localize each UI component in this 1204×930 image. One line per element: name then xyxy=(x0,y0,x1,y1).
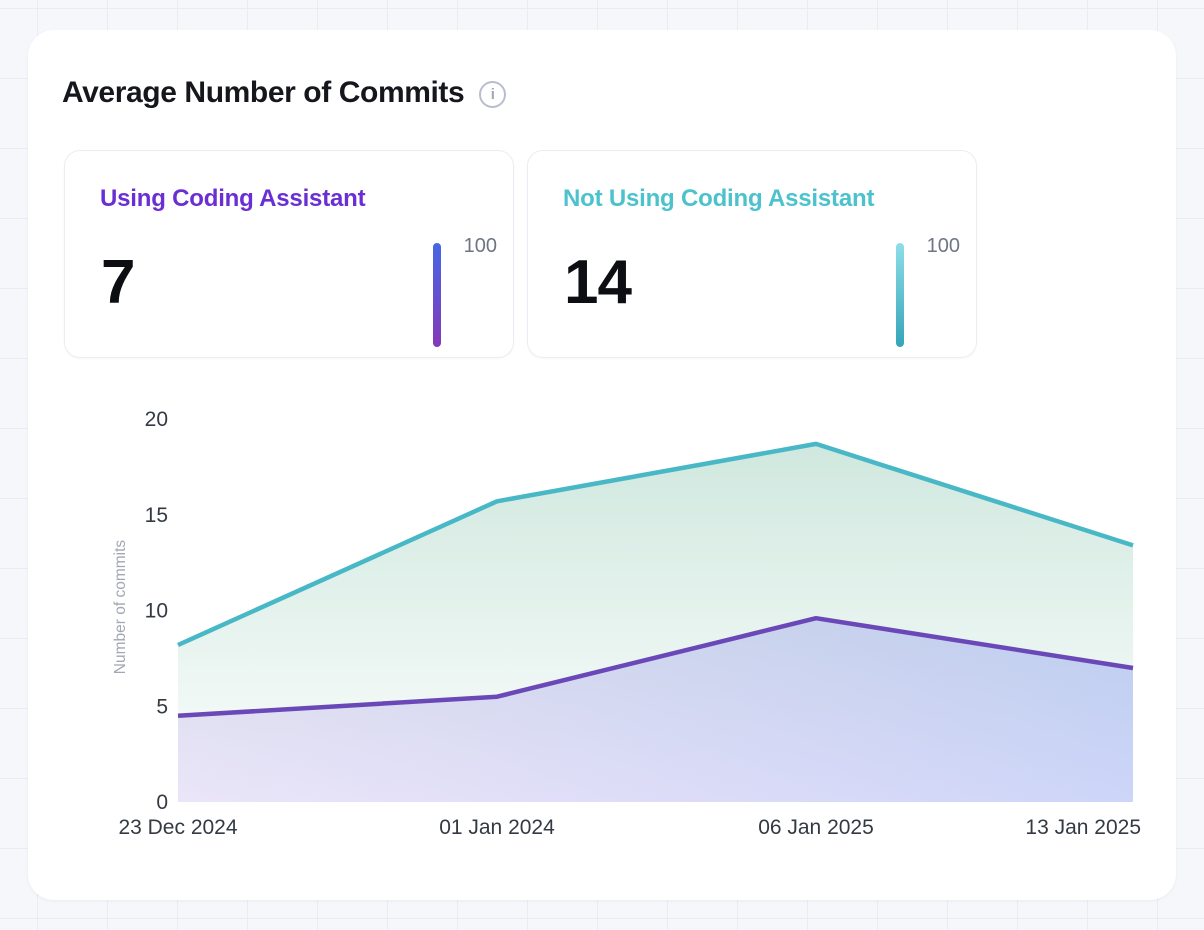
commits-area-chart: 0 5 10 15 20 23 Dec 2024 01 Jan 2024 06 Jan 202… xyxy=(28,385,1176,855)
x-axis-tick-label: 13 Jan 2025 xyxy=(1025,816,1141,839)
stat-scale-max: 100 xyxy=(927,235,960,258)
y-axis-title: Number of commits xyxy=(112,540,129,675)
card-header: Average Number of Commits i xyxy=(28,30,1176,110)
stat-value: 7 xyxy=(101,247,134,318)
x-axis-tick-label: 01 Jan 2024 xyxy=(439,816,555,839)
stat-label: Using Coding Assistant xyxy=(100,185,365,213)
page-title: Average Number of Commits xyxy=(62,76,464,110)
stat-scale-max: 100 xyxy=(464,235,497,258)
y-axis-tick-label: 5 xyxy=(156,695,168,718)
stat-gradient-bar xyxy=(896,243,904,347)
stats-row: Using Coding Assistant 7 100 Not Using C… xyxy=(64,150,1176,358)
stat-card-using-assistant: Using Coding Assistant 7 100 xyxy=(64,150,514,358)
info-icon[interactable]: i xyxy=(479,81,506,108)
x-axis-tick-label: 23 Dec 2024 xyxy=(118,816,237,839)
y-axis-tick-label: 20 xyxy=(145,408,168,431)
stat-label: Not Using Coding Assistant xyxy=(563,185,874,213)
stat-card-not-using-assistant: Not Using Coding Assistant 14 100 xyxy=(527,150,977,358)
y-axis-tick-label: 10 xyxy=(145,600,168,623)
commits-chart-card: Average Number of Commits i Using Coding… xyxy=(28,30,1176,900)
stat-value: 14 xyxy=(564,247,631,318)
y-axis-tick-label: 0 xyxy=(156,791,168,814)
x-axis-tick-label: 06 Jan 2025 xyxy=(758,816,874,839)
y-axis-tick-label: 15 xyxy=(145,504,168,527)
stat-gradient-bar xyxy=(433,243,441,347)
